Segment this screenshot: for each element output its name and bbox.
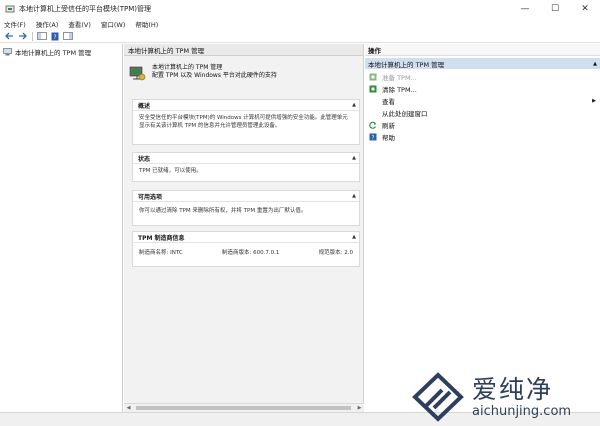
collapse-arrow-icon[interactable]: ▲ xyxy=(349,193,359,199)
tree-item-label: 本地计算机上的 TPM 管理 xyxy=(15,49,92,57)
section-overview-text: 安全受信任的平台模块(TPM)的 Windows 计算机可提供增强的安全功能。此… xyxy=(139,115,348,129)
manufacturer-version: 制造商版本: 600.7.0.1 xyxy=(222,250,280,256)
action-clear-tpm[interactable]: 清除 TPM... xyxy=(365,83,600,95)
collapse-arrow-icon[interactable]: ▲ xyxy=(349,155,359,161)
action-label: 查看 xyxy=(382,98,395,106)
close-button[interactable]: ✕ xyxy=(570,0,600,17)
computer-icon xyxy=(3,48,12,56)
action-label: 清除 TPM... xyxy=(382,86,417,94)
svg-text:?: ? xyxy=(371,135,374,142)
action-label: 帮助 xyxy=(382,134,395,142)
menu-bar: 文件(F) 操作(A) 查看(V) 窗口(W) 帮助(H) xyxy=(0,17,600,30)
summary-description: 配置 TPM 以及 Windows 平台对此硬件的支持 xyxy=(152,72,277,79)
scrollbar-thumb[interactable] xyxy=(136,406,351,410)
forward-icon[interactable] xyxy=(16,31,28,42)
section-options: 可用选项 ▲ 你可以通过清除 TPM 来删除所有权，并将 TPM 重置为出厂默认… xyxy=(132,190,360,226)
maximize-button[interactable]: ☐ xyxy=(540,0,570,17)
action-label: 从此处创建窗口 xyxy=(382,110,428,118)
toolbar-separator xyxy=(32,31,33,41)
back-icon[interactable] xyxy=(3,31,15,42)
action-label: 准备 TPM... xyxy=(382,74,417,82)
actions-group-tpm[interactable]: 本地计算机上的 TPM 管理 ▲ xyxy=(365,58,600,69)
section-status: 状态 ▲ TPM 已就绪，可以使用。 xyxy=(132,152,360,182)
action-prepare-tpm[interactable]: 准备 TPM... xyxy=(365,71,600,83)
action-help[interactable]: ? 帮助 xyxy=(365,131,600,143)
help-icon: ? xyxy=(369,133,377,141)
menu-file[interactable]: 文件(F) xyxy=(4,19,26,29)
window-title: 本地计算机上受信任的平台模块(TPM)管理 xyxy=(19,4,151,13)
menu-view[interactable]: 查看(V) xyxy=(68,19,91,29)
menu-window[interactable]: 窗口(W) xyxy=(101,19,126,29)
watermark: 爱纯净 aichunjing.com xyxy=(408,368,598,424)
main-header: 本地计算机上的 TPM 管理 xyxy=(124,44,363,56)
title-bar: 本地计算机上受信任的平台模块(TPM)管理 — ☐ ✕ xyxy=(0,0,600,17)
section-status-title: 状态 xyxy=(138,155,151,163)
spec-version: 规范版本: 2.0 xyxy=(318,250,353,256)
refresh-icon xyxy=(369,121,377,129)
watermark-title: 爱纯净 xyxy=(472,375,554,404)
section-status-text: TPM 已就绪，可以使用。 xyxy=(139,168,202,174)
main-summary: 本地计算机上的 TPM 管理 配置 TPM 以及 Windows 平台对此硬件的… xyxy=(128,64,277,82)
section-overview-title: 概述 xyxy=(138,102,151,110)
manufacturer-name: 制造商名称: INTC xyxy=(139,250,183,256)
console-tree-icon[interactable] xyxy=(36,31,48,42)
app-icon xyxy=(5,4,15,14)
summary-title: 本地计算机上的 TPM 管理 xyxy=(152,64,223,71)
scroll-right-icon[interactable]: ▶ xyxy=(355,404,364,412)
menu-action[interactable]: 操作(A) xyxy=(36,19,59,29)
section-manufacturer: TPM 制造商信息 ▲ 制造商名称: INTC 制造商版本: 600.7.0.1… xyxy=(132,231,360,267)
submenu-arrow-icon: ▶ xyxy=(592,98,596,104)
console-tree: 本地计算机上的 TPM 管理 xyxy=(0,44,123,412)
section-options-text: 你可以通过清除 TPM 来删除所有权，并将 TPM 重置为出厂默认值。 xyxy=(139,208,307,214)
clear-tpm-icon xyxy=(369,85,377,93)
collapse-arrow-icon[interactable]: ▲ xyxy=(349,102,359,108)
main-panel: 本地计算机上的 TPM 管理 本地计算机上的 TPM 管理 配置 TPM 以及 … xyxy=(124,44,364,412)
tree-item-tpm-root[interactable]: 本地计算机上的 TPM 管理 xyxy=(3,47,91,57)
section-overview: 概述 ▲ 安全受信任的平台模块(TPM)的 Windows 计算机可提供增强的安… xyxy=(132,99,360,145)
watermark-url: aichunjing.com xyxy=(472,404,572,419)
actions-pane: 操作 本地计算机上的 TPM 管理 ▲ 准备 TPM... 清除 TPM... … xyxy=(365,44,600,412)
minimize-button[interactable]: — xyxy=(510,0,540,17)
tpm-chip-icon xyxy=(128,64,146,82)
collapse-arrow-icon[interactable]: ▲ xyxy=(593,61,600,67)
menu-help[interactable]: 帮助(H) xyxy=(135,19,158,29)
svg-text:?: ? xyxy=(53,34,56,41)
action-pane-icon[interactable] xyxy=(62,31,74,42)
toolbar: ? xyxy=(0,30,600,43)
action-view[interactable]: 查看 ▶ xyxy=(365,95,600,107)
action-new-window[interactable]: 从此处创建窗口 xyxy=(365,107,600,119)
action-refresh[interactable]: 刷新 xyxy=(365,119,600,131)
action-label: 刷新 xyxy=(382,122,395,130)
section-manufacturer-title: TPM 制造商信息 xyxy=(138,234,185,242)
scroll-left-icon[interactable]: ◀ xyxy=(124,404,133,412)
watermark-logo-icon xyxy=(412,372,464,422)
help-toolbar-icon[interactable]: ? xyxy=(49,31,61,42)
collapse-arrow-icon[interactable]: ▲ xyxy=(349,234,359,240)
horizontal-scrollbar[interactable]: ◀ ▶ xyxy=(124,403,364,412)
actions-header: 操作 xyxy=(365,44,600,56)
section-options-title: 可用选项 xyxy=(138,193,163,201)
actions-group-label: 本地计算机上的 TPM 管理 xyxy=(368,60,445,69)
prepare-tpm-icon xyxy=(369,73,377,81)
